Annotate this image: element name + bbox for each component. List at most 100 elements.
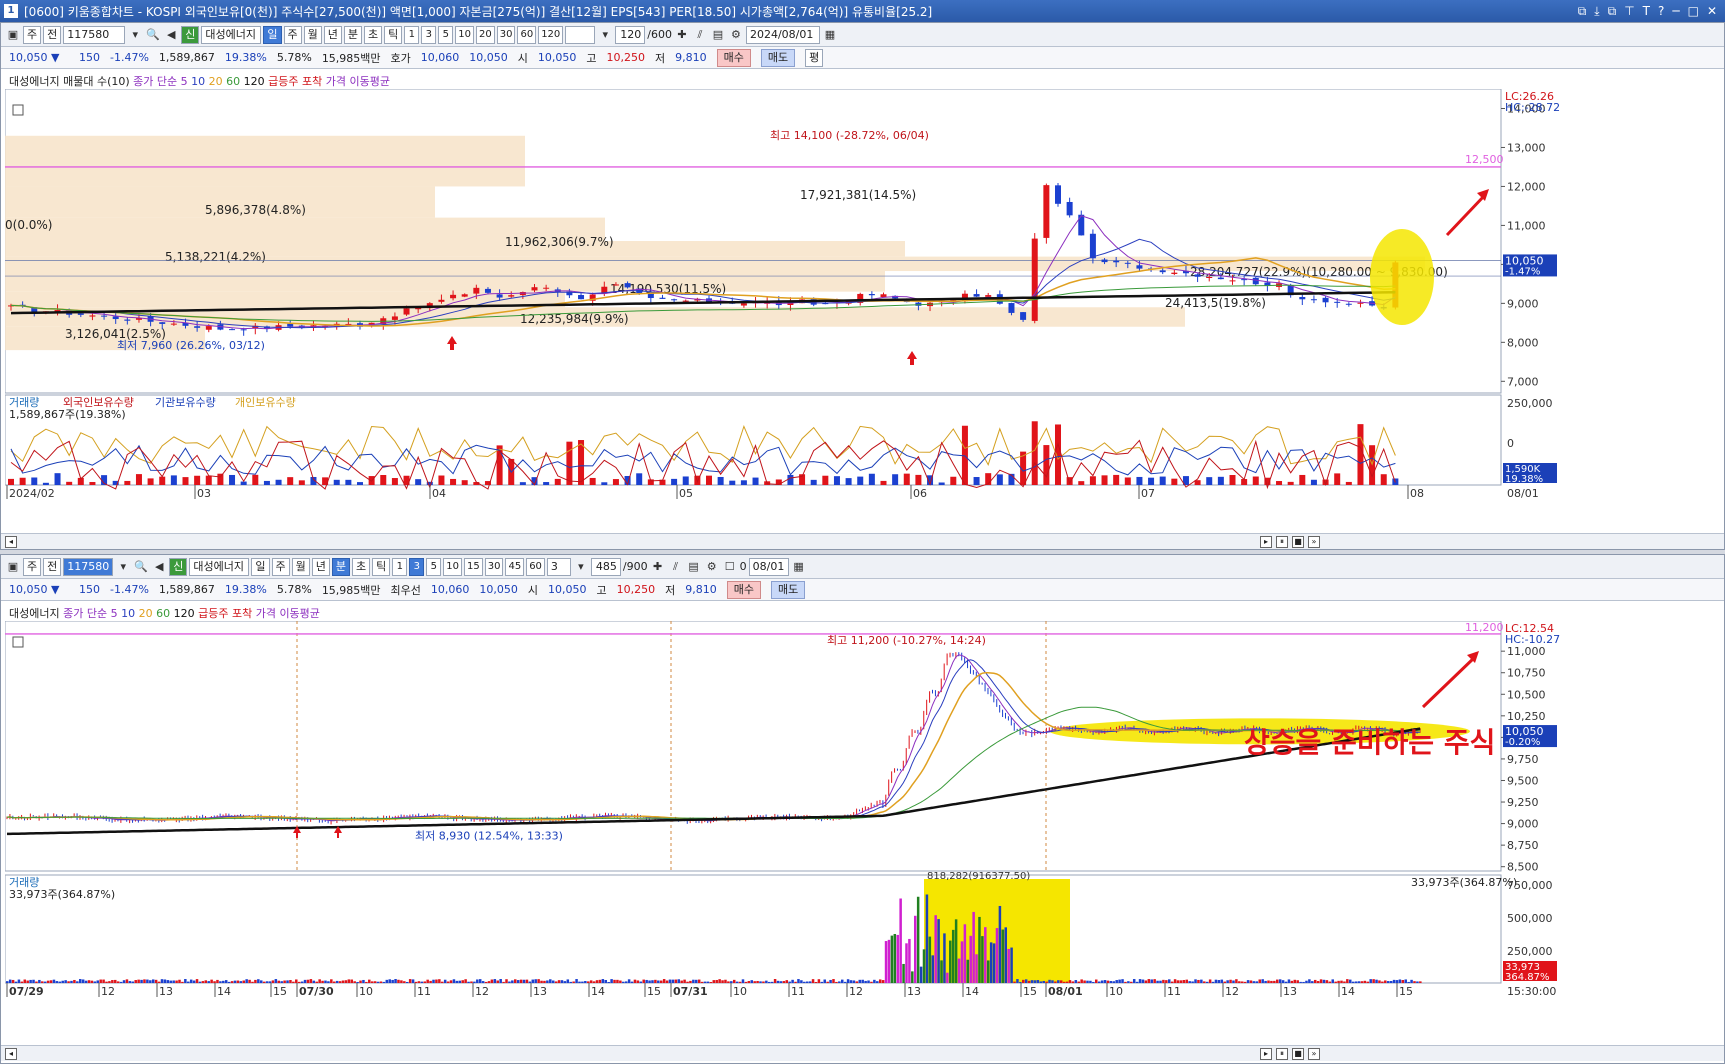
period-day-button[interactable]: 일 bbox=[251, 557, 270, 576]
volume-bar bbox=[280, 981, 283, 983]
pin-icon[interactable]: ⤓ bbox=[1594, 4, 1599, 19]
interval-30-button[interactable]: 30 bbox=[496, 25, 516, 44]
interval-60-button[interactable]: 60 bbox=[526, 557, 545, 576]
daily-candlestick-chart[interactable]: 14,00013,00012,00011,00010,0009,0008,000… bbox=[5, 89, 1721, 529]
interval-120-button[interactable]: 120 bbox=[538, 25, 564, 44]
maximize-icon[interactable]: □ bbox=[1688, 4, 1699, 19]
interval-20-button[interactable]: 20 bbox=[475, 25, 495, 44]
top-icon[interactable]: ⊤ bbox=[1624, 4, 1634, 19]
top-scrollbar[interactable]: ◂ ▸ ⏸ ■ » bbox=[1, 533, 1724, 549]
volume-bar bbox=[1217, 980, 1221, 983]
stop-icon[interactable]: ■ bbox=[1292, 1047, 1304, 1060]
play-icon[interactable]: ▸ bbox=[1260, 1047, 1272, 1060]
gear-icon[interactable]: ⚙ bbox=[728, 27, 744, 43]
pattern-icon[interactable]: ⫽ bbox=[668, 559, 684, 575]
volume-bar bbox=[1130, 981, 1133, 983]
save-icon[interactable]: ▤ bbox=[686, 559, 702, 575]
minimize-icon[interactable]: ─ bbox=[1672, 4, 1679, 19]
calendar-icon[interactable]: ▦ bbox=[822, 27, 838, 43]
search-icon[interactable]: 🔍 bbox=[133, 559, 149, 575]
market-all-button[interactable]: 전 bbox=[43, 25, 62, 44]
scroll-left-icon[interactable]: ◂ bbox=[5, 535, 17, 548]
window-menu-icon[interactable]: ▣ bbox=[5, 559, 21, 575]
font-icon[interactable]: T bbox=[1643, 4, 1650, 19]
volume-bar bbox=[496, 980, 499, 983]
period-minute-button[interactable]: 분 bbox=[343, 25, 362, 44]
period-week-button[interactable]: 주 bbox=[283, 25, 302, 44]
period-day-button[interactable]: 일 bbox=[263, 25, 282, 44]
count-input[interactable]: 120 bbox=[615, 25, 646, 44]
chevron-down-icon[interactable]: ▾ bbox=[573, 559, 589, 575]
stock-type-select[interactable]: 주 bbox=[23, 557, 42, 576]
play-icon[interactable]: ▸ bbox=[1260, 535, 1272, 548]
sell-button[interactable]: 매도 bbox=[771, 580, 806, 599]
period-month-button[interactable]: 월 bbox=[291, 557, 310, 576]
interval-3-button[interactable]: 3 bbox=[409, 557, 425, 576]
mode-button[interactable]: 신 bbox=[181, 25, 200, 44]
pause-icon[interactable]: ⏸ bbox=[1276, 535, 1288, 548]
code-input[interactable]: 117580 bbox=[63, 557, 114, 576]
indicator-icon[interactable]: ✚ bbox=[650, 559, 666, 575]
period-year-button[interactable]: 년 bbox=[311, 557, 330, 576]
buy-button[interactable]: 매수 bbox=[726, 580, 762, 599]
stop-icon[interactable]: ■ bbox=[1292, 535, 1304, 548]
period-tick-button[interactable]: 틱 bbox=[372, 557, 391, 576]
save-icon[interactable]: ▤ bbox=[710, 27, 726, 43]
date-input[interactable]: 08/01 bbox=[748, 557, 789, 576]
minute-candlestick-chart[interactable]: 11,00010,75010,50010,25010,0009,7509,500… bbox=[5, 621, 1721, 1045]
volume-bar bbox=[14, 981, 18, 983]
speaker-icon[interactable]: ◀ bbox=[151, 559, 167, 575]
fast-forward-icon[interactable]: » bbox=[1308, 535, 1320, 548]
market-all-button[interactable]: 전 bbox=[43, 557, 62, 576]
volume-bar bbox=[543, 980, 546, 983]
chevron-down-icon[interactable]: ▾ bbox=[597, 27, 613, 43]
sell-button[interactable]: 매도 bbox=[760, 48, 796, 67]
period-second-button[interactable]: 초 bbox=[352, 557, 371, 576]
buy-button[interactable]: 매수 bbox=[716, 48, 751, 67]
interval-60-button[interactable]: 60 bbox=[517, 25, 537, 44]
interval-3-button[interactable]: 3 bbox=[421, 25, 437, 44]
date-input[interactable]: 2024/08/01 bbox=[745, 25, 820, 44]
tile-icon[interactable]: ⧉ bbox=[1608, 4, 1617, 19]
fast-forward-icon[interactable]: » bbox=[1308, 1047, 1320, 1060]
chevron-down-icon[interactable]: ▾ bbox=[115, 559, 131, 575]
interval-1-button[interactable]: 1 bbox=[392, 557, 408, 576]
interval-15-button[interactable]: 15 bbox=[463, 557, 483, 576]
date-checkbox[interactable]: ☐ bbox=[722, 559, 738, 575]
bottom-scrollbar[interactable]: ◂ ▸ ⏸ ■ » bbox=[1, 1045, 1724, 1061]
cascade-icon[interactable]: ⧉ bbox=[1578, 4, 1587, 19]
period-tick-button[interactable]: 틱 bbox=[384, 25, 403, 44]
period-second-button[interactable]: 초 bbox=[364, 25, 383, 44]
count-input[interactable]: 485 bbox=[590, 557, 621, 576]
window-menu-icon[interactable]: ▣ bbox=[5, 27, 21, 43]
gear-icon[interactable]: ⚙ bbox=[704, 559, 720, 575]
code-input[interactable]: 117580 bbox=[63, 25, 126, 44]
period-week-button[interactable]: 주 bbox=[271, 557, 290, 576]
help-icon[interactable]: ? bbox=[1658, 4, 1664, 19]
indicator-icon[interactable]: ✚ bbox=[674, 27, 690, 43]
period-month-button[interactable]: 월 bbox=[303, 25, 322, 44]
interval-10-button[interactable]: 10 bbox=[455, 25, 474, 44]
avg-button[interactable]: 평 bbox=[805, 48, 824, 67]
interval-1-button[interactable]: 1 bbox=[404, 25, 420, 44]
chevron-down-icon[interactable]: ▾ bbox=[127, 27, 143, 43]
search-icon[interactable]: 🔍 bbox=[145, 27, 161, 43]
custom-interval-input[interactable]: 3 bbox=[546, 557, 571, 576]
interval-45-button[interactable]: 45 bbox=[505, 557, 525, 576]
volume-bar bbox=[950, 476, 957, 485]
interval-5-button[interactable]: 5 bbox=[438, 25, 454, 44]
interval-5-button[interactable]: 5 bbox=[426, 557, 442, 576]
interval-10-button[interactable]: 10 bbox=[443, 557, 462, 576]
scroll-left-icon[interactable]: ◂ bbox=[5, 1047, 17, 1060]
custom-interval-input[interactable] bbox=[565, 25, 596, 44]
interval-30-button[interactable]: 30 bbox=[484, 557, 504, 576]
period-year-button[interactable]: 년 bbox=[323, 25, 342, 44]
pause-icon[interactable]: ⏸ bbox=[1276, 1047, 1288, 1060]
speaker-icon[interactable]: ◀ bbox=[163, 27, 179, 43]
calendar-icon[interactable]: ▦ bbox=[791, 559, 807, 575]
pattern-icon[interactable]: ⫽ bbox=[692, 27, 708, 43]
period-minute-button[interactable]: 분 bbox=[331, 557, 350, 576]
mode-button[interactable]: 신 bbox=[169, 557, 188, 576]
stock-type-select[interactable]: 주 bbox=[23, 25, 42, 44]
close-icon[interactable]: ✕ bbox=[1707, 4, 1717, 19]
